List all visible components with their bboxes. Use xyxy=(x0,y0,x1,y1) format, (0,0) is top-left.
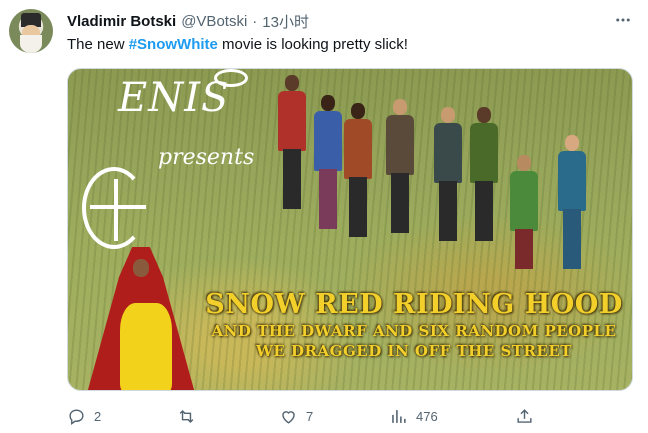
tweet-text: The new #SnowWhite movie is looking pret… xyxy=(67,35,408,55)
views-icon xyxy=(392,409,406,423)
poster-title-line3: WE DRAGGED IN OFF THE STREET xyxy=(256,342,572,360)
reply-button[interactable]: 2 xyxy=(67,405,101,427)
poster-title-line1: SNOW RED RIDING HOOD xyxy=(205,289,623,320)
hashtag-link[interactable]: #SnowWhite xyxy=(129,36,218,53)
views-button[interactable]: 476 xyxy=(389,405,438,427)
tweet-text-before: The new xyxy=(67,36,129,53)
poster-title: SNOW RED RIDING HOOD AND THE DWARF AND S… xyxy=(194,289,632,361)
like-icon xyxy=(282,410,295,424)
tweet[interactable]: Vladimir Botski @VBotski · 13小时 The new … xyxy=(0,0,648,433)
timestamp[interactable]: 13小时 xyxy=(262,11,309,32)
reply-icon xyxy=(69,408,84,425)
reply-count: 2 xyxy=(94,408,102,424)
avatar[interactable] xyxy=(9,9,53,53)
logo-ring xyxy=(214,69,248,87)
presents-text: presents xyxy=(158,145,255,170)
logo-text: ENIS xyxy=(118,75,230,121)
logo-a-mark xyxy=(82,167,146,249)
tweet-text-after: movie is looking pretty slick! xyxy=(217,36,408,53)
share-button[interactable] xyxy=(515,405,534,427)
views-count: 476 xyxy=(416,408,438,424)
poster-title-line2: AND THE DWARF AND SIX RANDOM PEOPLE xyxy=(211,322,617,340)
handle[interactable]: @VBotski xyxy=(181,13,247,30)
display-name[interactable]: Vladimir Botski xyxy=(67,13,176,30)
red-hood-figure xyxy=(86,247,196,390)
separator: · xyxy=(252,12,258,30)
share-icon xyxy=(517,408,532,423)
tweet-media-image[interactable]: ENIS presents SNOW RED RIDING HOOD AND T… xyxy=(67,68,633,391)
retweet-button[interactable] xyxy=(177,405,204,427)
tweet-header: Vladimir Botski @VBotski · 13小时 xyxy=(67,11,309,31)
like-count: 7 xyxy=(306,408,314,424)
like-button[interactable]: 7 xyxy=(279,405,313,427)
tweet-actions: 2 7 476 xyxy=(67,405,537,427)
retweet-icon xyxy=(179,409,194,423)
more-icon[interactable] xyxy=(612,10,634,30)
